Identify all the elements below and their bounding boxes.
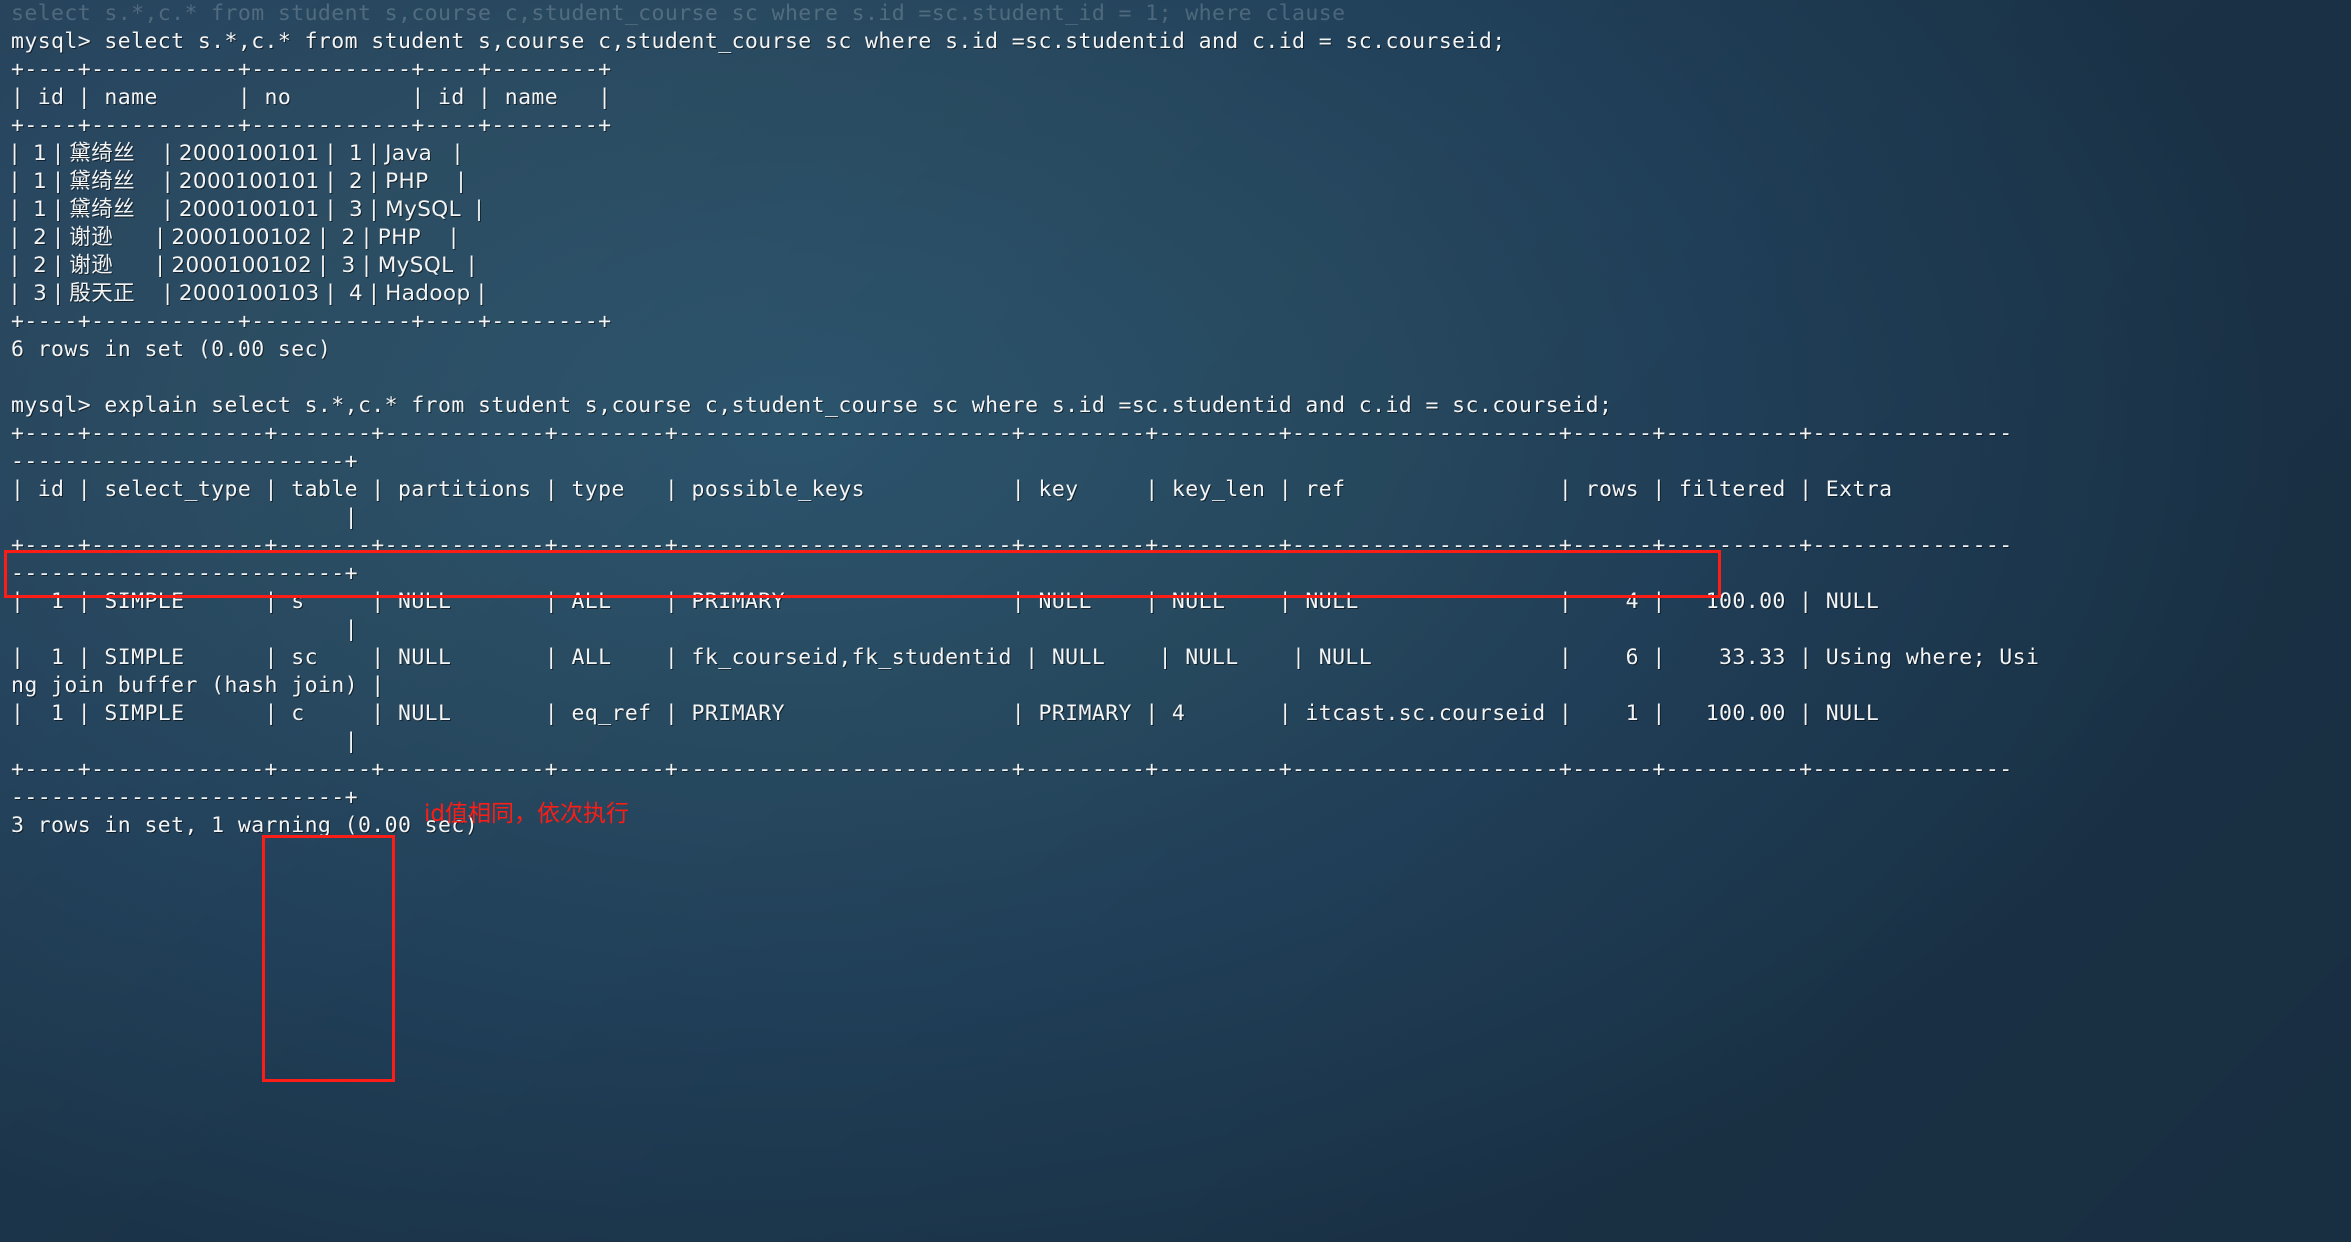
terminal-line: | id | select_type | table | partitions … [11, 477, 1893, 502]
terminal-line: | 1 | SIMPLE | sc | NULL | ALL | fk_cour… [11, 645, 2040, 670]
terminal-line: +----+-------------+-------+------------… [11, 421, 2013, 446]
terminal-line: | 1 | SIMPLE | s | NULL | ALL | PRIMARY … [11, 589, 1880, 614]
terminal-window[interactable]: select s.*,c.* from student s,course c,s… [0, 0, 2351, 1242]
terminal-line: | 1 | 黛绮丝 | 2000100101 | 1 | Java | [11, 141, 462, 166]
terminal-line: +----+-----------+------------+----+----… [11, 57, 612, 82]
terminal-line: select s.*,c.* from student s,course c,s… [11, 1, 1346, 26]
annotation-id-same-sequential: id值相同，依次执行 [424, 801, 629, 827]
terminal-output: select s.*,c.* from student s,course c,s… [0, 0, 2351, 840]
terminal-line: | 3 | 殷天正 | 2000100103 | 4 | Hadoop | [11, 281, 486, 306]
terminal-line: -------------------------+ [11, 561, 358, 586]
terminal-line: | id | name | no | id | name | [11, 85, 612, 110]
terminal-line: | [11, 729, 358, 754]
terminal-line: mysql> explain select s.*,c.* from stude… [11, 393, 1613, 418]
terminal-line: -------------------------+ [11, 785, 358, 810]
terminal-line: 3 rows in set, 1 warning (0.00 sec) [11, 813, 479, 838]
terminal-line: | [11, 617, 358, 642]
terminal-line: ng join buffer (hash join) | [11, 673, 385, 698]
terminal-line: 6 rows in set (0.00 sec) [11, 337, 332, 362]
table-column-highlight-box [262, 835, 395, 1082]
terminal-line: | 1 | SIMPLE | c | NULL | eq_ref | PRIMA… [11, 701, 1880, 726]
terminal-line: | 2 | 谢逊 | 2000100102 | 2 | PHP | [11, 225, 458, 250]
terminal-line: +----+-------------+-------+------------… [11, 757, 2013, 782]
terminal-line: | [11, 505, 358, 530]
terminal-line: +----+-----------+------------+----+----… [11, 113, 612, 138]
terminal-line: | 1 | 黛绮丝 | 2000100101 | 3 | MySQL | [11, 197, 484, 222]
terminal-line: +----+-------------+-------+------------… [11, 533, 2013, 558]
terminal-line: mysql> select s.*,c.* from student s,cou… [11, 29, 1506, 54]
terminal-line: | 1 | 黛绮丝 | 2000100101 | 2 | PHP | [11, 169, 466, 194]
terminal-line: -------------------------+ [11, 449, 358, 474]
terminal-line: +----+-----------+------------+----+----… [11, 309, 612, 334]
terminal-line: | 2 | 谢逊 | 2000100102 | 3 | MySQL | [11, 253, 476, 278]
